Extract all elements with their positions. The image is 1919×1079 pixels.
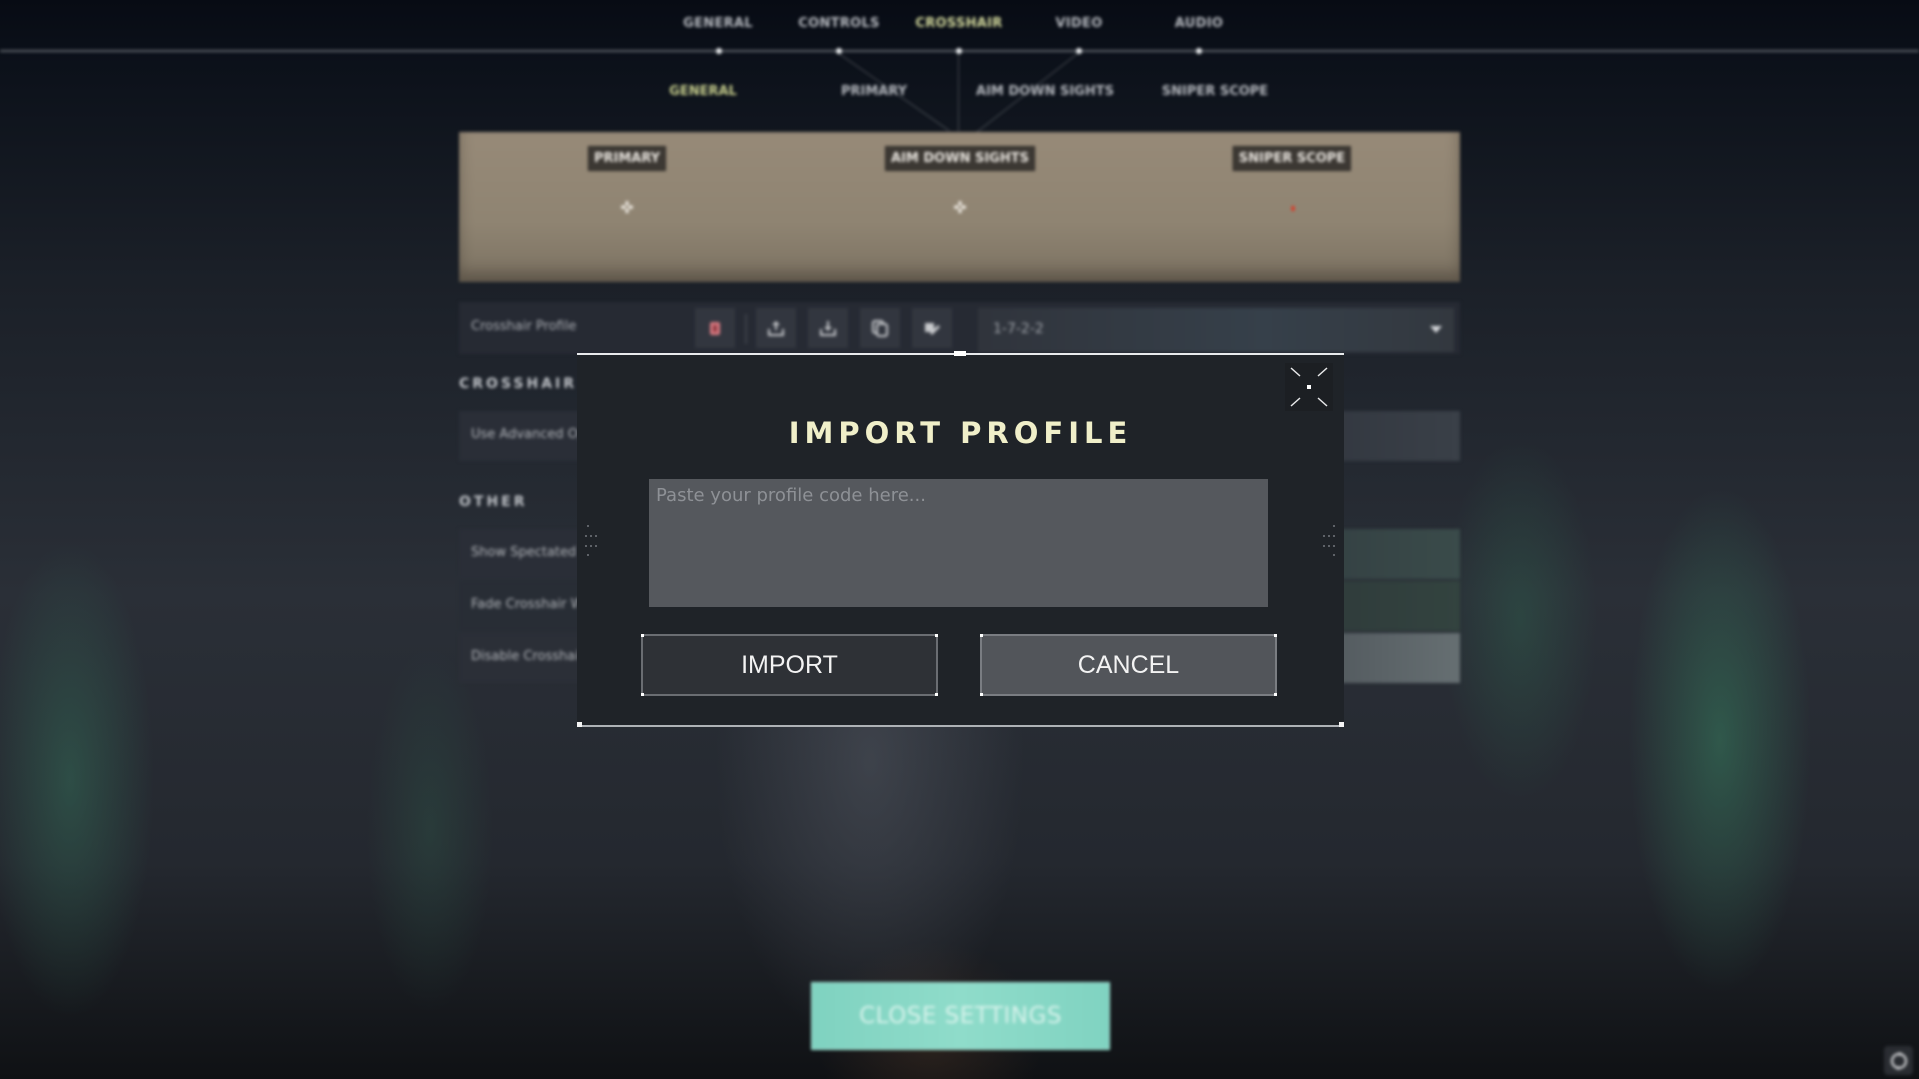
preview-label-ads: AIM DOWN SIGHTS [885, 146, 1035, 171]
download-icon [820, 321, 836, 336]
top-nav: GENERAL CONTROLS CROSSHAIR VIDEO AUDIO [0, 0, 1919, 62]
dialog-corner [1339, 722, 1344, 727]
tab-crosshair[interactable]: CROSSHAIR [915, 16, 1002, 31]
reset-button[interactable] [1884, 1046, 1913, 1075]
cancel-button-label: CANCEL [1077, 650, 1180, 679]
section-header-other: OTHER [459, 494, 528, 510]
preview-label-primary: PRIMARY [587, 146, 667, 171]
tab-video[interactable]: VIDEO [1055, 16, 1102, 31]
tab-audio[interactable]: AUDIO [1175, 16, 1223, 31]
section-header-crosshair: CROSSHAIR [459, 376, 578, 392]
import-button-label: IMPORT [741, 650, 838, 679]
import-profile-button[interactable] [808, 308, 848, 348]
export-profile-button[interactable] [756, 308, 796, 348]
subtab-primary[interactable]: PRIMARY [841, 84, 907, 99]
copy-icon [872, 320, 888, 337]
subtab-aim-down-sights[interactable]: AIM DOWN SIGHTS [976, 84, 1114, 99]
dialog-bottom-border [577, 725, 1344, 727]
preview-label-sniper: SNIPER SCOPE [1232, 146, 1352, 171]
subtab-sniper-scope[interactable]: SNIPER SCOPE [1162, 84, 1268, 99]
dialog-corner [577, 722, 582, 727]
trash-icon [710, 322, 720, 335]
profile-dropdown-value: 1-7-2-2 [993, 321, 1044, 337]
tab-general[interactable]: GENERAL [683, 16, 753, 31]
crosshair-profile-label: Crosshair Profile [471, 319, 577, 334]
profile-dropdown[interactable]: 1-7-2-2 [978, 308, 1454, 352]
rename-profile-button[interactable] [912, 308, 952, 348]
sniper-dot-icon [1291, 206, 1295, 211]
setting-label: Disable Crosshair [471, 649, 585, 664]
cancel-button[interactable]: CANCEL [980, 634, 1277, 696]
chevron-down-icon [1430, 326, 1442, 333]
dialog-top-notch [954, 351, 966, 356]
tab-dot [716, 48, 722, 54]
close-settings-button[interactable]: CLOSE SETTINGS [811, 982, 1110, 1050]
close-icon [1290, 367, 1328, 407]
crosshair-preview: PRIMARY AIM DOWN SIGHTS SNIPER SCOPE ✜ ✜ [459, 132, 1460, 282]
refresh-icon [1890, 1051, 1907, 1070]
connector-line [958, 53, 959, 131]
tab-controls[interactable]: CONTROLS [798, 16, 879, 31]
tab-dot [1196, 48, 1202, 54]
tab-dot [956, 48, 962, 54]
profile-code-input[interactable] [649, 479, 1268, 607]
subtab-general[interactable]: GENERAL [669, 84, 737, 99]
dialog-title: IMPORT PROFILE [788, 416, 1133, 450]
import-profile-dialog: IMPORT PROFILE IMPORT CANCEL [577, 351, 1344, 727]
crosshair-ads-icon: ✜ [953, 198, 967, 217]
import-button[interactable]: IMPORT [641, 634, 938, 696]
delete-profile-button[interactable] [695, 308, 735, 348]
crosshair-profile-bar: Crosshair Profile 1-7-2-2 [459, 302, 1460, 354]
toolbar-separator [745, 314, 747, 344]
upload-icon [768, 321, 784, 336]
rename-icon [925, 323, 941, 336]
dialog-close-button[interactable] [1285, 363, 1333, 411]
crosshair-primary-icon: ✜ [620, 198, 634, 217]
duplicate-profile-button[interactable] [860, 308, 900, 348]
drag-handle-left [585, 525, 597, 556]
drag-handle-right [1323, 525, 1335, 556]
